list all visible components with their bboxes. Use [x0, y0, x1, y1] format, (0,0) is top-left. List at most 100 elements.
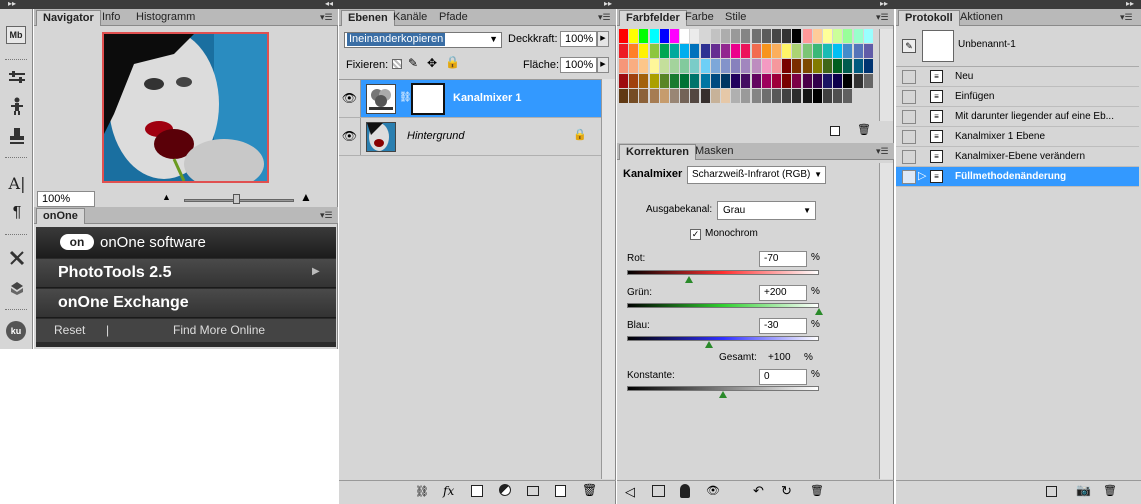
panel-menu-icon[interactable]: ▾☰: [1120, 12, 1133, 23]
color-swatch[interactable]: [710, 44, 720, 58]
fill-arrow-icon[interactable]: ▶: [597, 57, 609, 73]
color-swatch[interactable]: [823, 29, 832, 43]
zoom-in-icon[interactable]: ▲: [300, 190, 312, 204]
color-swatch[interactable]: [863, 59, 873, 73]
color-swatch[interactable]: [639, 44, 649, 58]
chain-link-icon[interactable]: ⛓: [399, 92, 412, 103]
history-item[interactable]: ≡ Mit darunter liegender auf eine Eb...: [896, 107, 1139, 127]
color-swatch[interactable]: [823, 89, 832, 103]
tab-aktionen[interactable]: Aktionen: [954, 10, 1009, 26]
color-swatch[interactable]: [772, 89, 781, 103]
color-swatch[interactable]: [619, 29, 628, 43]
collapse-arrows-icon[interactable]: ▸▸: [880, 0, 888, 8]
color-swatch[interactable]: [802, 29, 812, 43]
onone-item-phototools[interactable]: PhotoTools 2.5 ▶: [36, 259, 336, 288]
lock-pixels-icon[interactable]: ✎: [408, 56, 418, 70]
color-swatch[interactable]: [792, 89, 802, 103]
opacity-field[interactable]: 100%: [560, 31, 597, 47]
color-swatch[interactable]: [843, 74, 853, 88]
paragraph-icon[interactable]: ¶: [7, 204, 27, 222]
red-slider-track[interactable]: [627, 270, 819, 275]
history-item[interactable]: ▷ ≡ Füllmethodenänderung: [896, 167, 1139, 187]
tab-info[interactable]: Info: [96, 10, 126, 26]
history-source-checkbox[interactable]: [902, 110, 916, 124]
lock-transparency-icon[interactable]: [392, 59, 402, 69]
color-swatch[interactable]: [741, 59, 751, 73]
3d-icon[interactable]: [7, 279, 27, 297]
add-mask-icon[interactable]: [471, 485, 483, 497]
green-slider-track[interactable]: [627, 303, 819, 308]
color-swatch[interactable]: [659, 89, 669, 103]
color-swatch[interactable]: [812, 29, 822, 43]
color-swatch[interactable]: [659, 29, 669, 43]
color-swatch[interactable]: [812, 44, 822, 58]
color-swatch[interactable]: [823, 74, 832, 88]
color-swatch[interactable]: [659, 74, 669, 88]
color-swatch[interactable]: [751, 89, 761, 103]
color-swatch[interactable]: [731, 29, 741, 43]
back-arrow-icon[interactable]: ◁: [625, 484, 635, 500]
panel-menu-icon[interactable]: ▾☰: [876, 12, 889, 23]
tab-onone[interactable]: onOne: [36, 208, 85, 224]
color-swatch[interactable]: [782, 74, 792, 88]
history-source-checkbox[interactable]: [902, 170, 916, 184]
color-swatch[interactable]: [670, 59, 679, 73]
history-source-checkbox[interactable]: [902, 90, 916, 104]
color-swatch[interactable]: [639, 89, 649, 103]
color-swatch[interactable]: [721, 29, 730, 43]
collapse-arrows-icon[interactable]: ▸▸: [604, 0, 612, 8]
color-swatch[interactable]: [680, 74, 690, 88]
tab-korrekturen[interactable]: Korrekturen: [619, 144, 696, 160]
color-swatch[interactable]: [700, 44, 710, 58]
color-swatch[interactable]: [690, 89, 700, 103]
color-swatch[interactable]: [772, 59, 781, 73]
new-adjustment-icon[interactable]: [499, 484, 511, 496]
trash-icon[interactable]: 🗑: [810, 484, 824, 497]
color-swatch[interactable]: [761, 44, 771, 58]
color-swatch[interactable]: [670, 29, 679, 43]
zoom-slider-thumb[interactable]: [233, 194, 240, 204]
trash-icon[interactable]: 🗑: [1103, 484, 1117, 497]
color-swatch[interactable]: [802, 89, 812, 103]
output-channel-select[interactable]: Grau ▼: [717, 201, 816, 220]
clip-to-layer-icon[interactable]: [680, 484, 690, 498]
new-group-icon[interactable]: [527, 486, 539, 496]
puppet-icon[interactable]: [7, 97, 27, 115]
color-swatch[interactable]: [670, 44, 679, 58]
color-swatch[interactable]: [649, 29, 659, 43]
color-swatch[interactable]: [639, 74, 649, 88]
tab-farbe[interactable]: Farbe: [679, 10, 720, 26]
tab-pfade[interactable]: Pfade: [433, 10, 474, 26]
color-swatch[interactable]: [853, 44, 863, 58]
color-swatch[interactable]: [833, 74, 843, 88]
color-swatch[interactable]: [680, 44, 690, 58]
green-value-field[interactable]: +200: [759, 285, 807, 301]
color-swatch[interactable]: [843, 89, 853, 103]
panel-menu-icon[interactable]: ▾☰: [598, 12, 611, 23]
color-swatch[interactable]: [751, 59, 761, 73]
color-swatch[interactable]: [680, 89, 690, 103]
color-swatch[interactable]: [619, 59, 628, 73]
color-swatch[interactable]: [863, 74, 873, 88]
color-swatch[interactable]: [863, 29, 873, 43]
color-swatch[interactable]: [680, 29, 690, 43]
tab-histogramm[interactable]: Histogramm: [130, 10, 201, 26]
stamp-icon[interactable]: [7, 127, 27, 145]
panel-menu-icon[interactable]: ▾☰: [876, 146, 889, 157]
color-swatch[interactable]: [721, 89, 730, 103]
color-swatch[interactable]: [802, 59, 812, 73]
find-more-online-link[interactable]: Find More Online: [173, 323, 265, 337]
color-swatch[interactable]: [823, 44, 832, 58]
color-swatch[interactable]: [741, 89, 751, 103]
color-swatch[interactable]: [649, 74, 659, 88]
blend-mode-select[interactable]: Ineinanderkopieren ▼: [344, 32, 502, 48]
swatches-scrollbar[interactable]: [879, 29, 893, 121]
color-swatch[interactable]: [629, 29, 639, 43]
color-swatch[interactable]: [629, 59, 639, 73]
tools-icon[interactable]: [7, 249, 27, 267]
color-swatch[interactable]: [670, 89, 679, 103]
new-swatch-icon[interactable]: [830, 126, 840, 136]
color-swatch[interactable]: [721, 74, 730, 88]
color-swatch[interactable]: [690, 44, 700, 58]
new-layer-icon[interactable]: [555, 485, 566, 497]
